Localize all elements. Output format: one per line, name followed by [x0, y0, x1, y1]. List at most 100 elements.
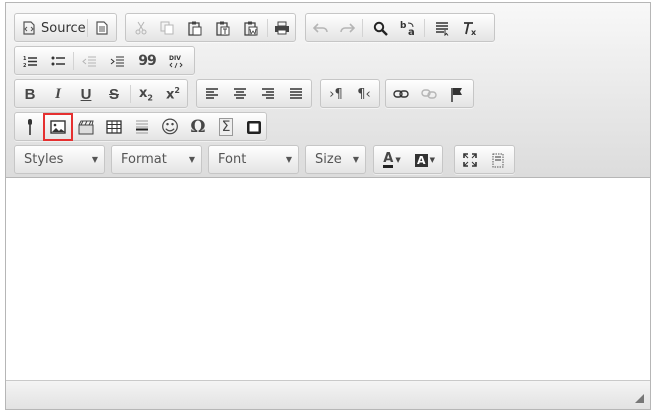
iframe-icon	[247, 120, 261, 134]
replace-button[interactable]: ba	[396, 17, 420, 39]
document-group: Source	[14, 13, 117, 42]
editor-content-area[interactable]	[6, 179, 650, 379]
print-icon	[275, 21, 289, 35]
maximize-button[interactable]	[458, 149, 482, 171]
undo-icon	[313, 23, 328, 33]
svg-text:b: b	[400, 21, 407, 31]
resize-grip-icon[interactable]	[635, 394, 644, 403]
video-button[interactable]	[74, 116, 98, 138]
paste-word-icon	[244, 21, 258, 36]
image-button[interactable]	[43, 113, 73, 141]
background-color-button[interactable]: A ▼	[410, 149, 440, 171]
subscript-icon: x2	[139, 85, 153, 103]
clipboard-group	[125, 13, 296, 42]
editor-status-bar	[6, 380, 650, 409]
horizontal-rule-icon	[136, 120, 148, 134]
remove-format-button[interactable]: x	[458, 17, 482, 39]
paste-button[interactable]	[183, 17, 207, 39]
find-button[interactable]	[368, 17, 392, 39]
indent-button[interactable]	[105, 50, 129, 72]
editing-group: ba x	[305, 13, 495, 42]
paste-icon	[188, 21, 202, 36]
svg-text:a: a	[408, 27, 415, 36]
copy-button[interactable]	[155, 17, 179, 39]
separator	[73, 52, 74, 70]
styles-dropdown[interactable]: Styles ▼	[14, 145, 105, 174]
underline-icon: U	[80, 85, 92, 103]
superscript-icon: x2	[166, 85, 180, 103]
font-dropdown[interactable]: Font ▼	[208, 145, 299, 174]
paste-text-button[interactable]	[211, 17, 235, 39]
paste-text-icon	[216, 21, 230, 36]
chevron-down-icon: ▼	[91, 155, 98, 164]
svg-text:2: 2	[23, 63, 27, 68]
rtl-button[interactable]: ¶‹	[352, 83, 376, 105]
select-all-button[interactable]	[430, 17, 454, 39]
horizontal-rule-button[interactable]	[130, 116, 154, 138]
create-div-button[interactable]: DIV	[164, 50, 188, 72]
italic-icon: I	[55, 85, 61, 102]
link-button[interactable]	[389, 83, 413, 105]
align-right-icon	[262, 88, 274, 99]
tools-group	[454, 145, 515, 174]
cut-button[interactable]	[129, 17, 153, 39]
source-button[interactable]: Source	[17, 17, 86, 39]
styles-label: Styles	[24, 152, 64, 167]
chevron-down-icon: ▼	[285, 155, 292, 164]
smiley-button[interactable]: ☺	[158, 116, 182, 138]
redo-button[interactable]	[335, 17, 359, 39]
size-label: Size	[315, 152, 342, 167]
unlink-button[interactable]	[417, 83, 441, 105]
show-blocks-button[interactable]	[486, 149, 510, 171]
iframe-button[interactable]	[242, 116, 266, 138]
align-left-button[interactable]	[200, 83, 224, 105]
strike-button[interactable]: S	[102, 83, 126, 105]
underline-button[interactable]: U	[74, 83, 98, 105]
smiley-icon: ☺	[160, 116, 180, 138]
align-center-button[interactable]	[228, 83, 252, 105]
paste-word-button[interactable]	[239, 17, 263, 39]
source-icon	[23, 21, 35, 35]
ltr-icon: ›¶	[329, 86, 343, 102]
justify-icon	[290, 88, 302, 99]
flag-icon	[451, 87, 462, 102]
bold-button[interactable]: B	[18, 83, 42, 105]
math-button[interactable]: Σ	[214, 116, 238, 138]
show-blocks-icon	[492, 153, 504, 167]
links-group	[385, 79, 474, 108]
quote-icon: 99	[138, 53, 157, 69]
colors-group: A ▼ A ▼	[373, 145, 443, 174]
editor-toolbar: Source b a x 1 2 99 DIV B I U S x2 x2 ›¶…	[6, 3, 650, 178]
text-color-button[interactable]: A ▼	[377, 149, 407, 171]
outdent-button[interactable]	[77, 50, 101, 72]
font-label: Font	[218, 152, 247, 167]
audio-button[interactable]	[18, 116, 42, 138]
maximize-icon	[463, 153, 477, 167]
print-button[interactable]	[270, 17, 294, 39]
blockquote-button[interactable]: 99	[135, 50, 159, 72]
strike-icon: S	[108, 85, 119, 103]
bulleted-list-button[interactable]	[46, 50, 70, 72]
remove-format-icon: x	[464, 21, 477, 36]
undo-button[interactable]	[309, 17, 333, 39]
numbered-list-button[interactable]: 12	[18, 50, 42, 72]
separator	[130, 85, 131, 103]
justify-button[interactable]	[284, 83, 308, 105]
chevron-down-icon: ▼	[395, 156, 401, 164]
align-right-button[interactable]	[256, 83, 280, 105]
separator	[87, 19, 88, 37]
superscript-button[interactable]: x2	[161, 83, 185, 105]
italic-button[interactable]: I	[46, 83, 70, 105]
subscript-button[interactable]: x2	[134, 83, 158, 105]
special-char-button[interactable]: Ω	[186, 116, 210, 138]
indent-icon	[110, 56, 124, 66]
alignment-group	[196, 79, 312, 108]
svg-text:1: 1	[23, 56, 27, 62]
table-button[interactable]	[102, 116, 126, 138]
preview-button[interactable]	[90, 17, 114, 39]
image-icon	[50, 120, 66, 134]
format-dropdown[interactable]: Format ▼	[111, 145, 202, 174]
size-dropdown[interactable]: Size ▼	[305, 145, 366, 174]
anchor-button[interactable]	[445, 83, 469, 105]
ltr-button[interactable]: ›¶	[324, 83, 348, 105]
